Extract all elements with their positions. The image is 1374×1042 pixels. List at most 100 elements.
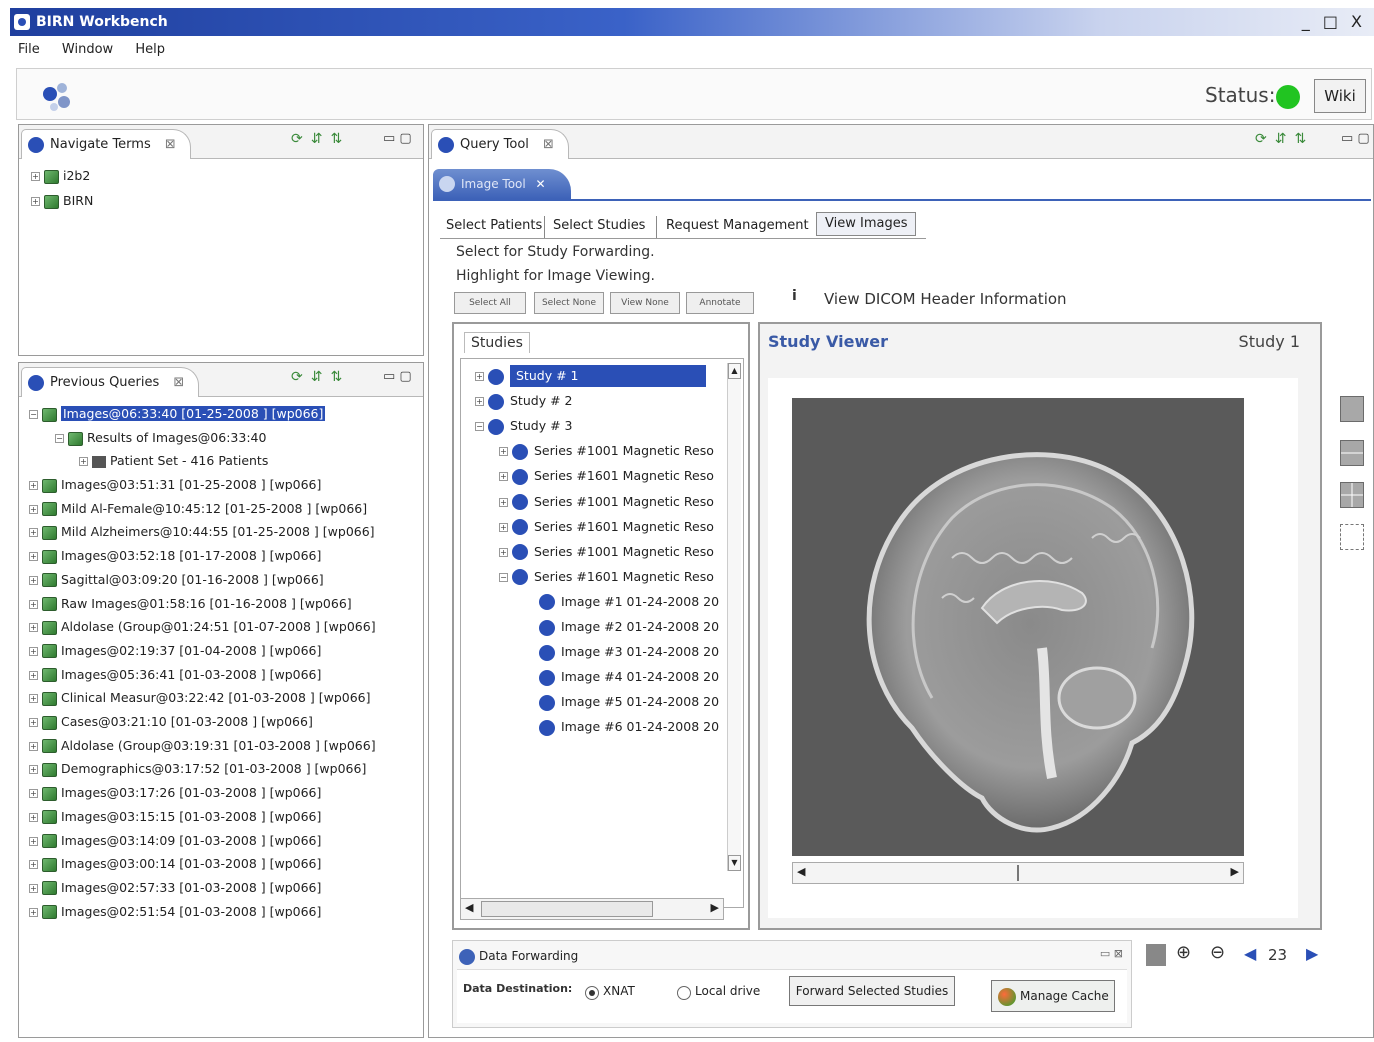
list-item[interactable]: + Images@03:52:18 [01-17-2008 ] [wp066] bbox=[29, 545, 321, 567]
expand-icon[interactable]: + bbox=[29, 812, 38, 822]
expand-icon[interactable]: + bbox=[29, 528, 38, 538]
expand-icon[interactable]: + bbox=[29, 599, 38, 609]
layout-grid-icon[interactable] bbox=[1340, 482, 1364, 508]
forward-selected-studies-button[interactable]: Forward Selected Studies bbox=[789, 976, 955, 1006]
expand-icon[interactable]: + bbox=[475, 397, 484, 407]
expand-icon[interactable]: + bbox=[29, 718, 38, 727]
close-icon[interactable]: ⊠ bbox=[165, 137, 176, 152]
list-item[interactable]: + Images@02:19:37 [01-04-2008 ] [wp066] bbox=[29, 640, 321, 662]
minimize-maximize-icon[interactable]: ▭ ▢ bbox=[1341, 131, 1370, 146]
study-item[interactable]: + Study # 2 bbox=[475, 390, 572, 412]
query-result-item[interactable]: − Results of Images@06:33:40 bbox=[55, 427, 266, 449]
expand-icon[interactable]: + bbox=[29, 907, 38, 917]
expand-icon[interactable]: + bbox=[499, 522, 508, 532]
image-item[interactable]: Image #6 01-24-2008 20 bbox=[539, 716, 719, 738]
scroll-left-icon[interactable]: ◀ bbox=[797, 865, 805, 878]
tab-view-images[interactable]: View Images bbox=[816, 212, 917, 236]
expand-icon[interactable]: + bbox=[29, 623, 38, 633]
image-hscrollbar[interactable]: ◀ ▶ bbox=[792, 862, 1244, 884]
layout-single-icon[interactable] bbox=[1340, 396, 1364, 422]
manage-cache-button[interactable]: Manage Cache bbox=[991, 980, 1115, 1012]
layout-fit-icon[interactable] bbox=[1340, 524, 1364, 550]
expand-icon[interactable]: + bbox=[475, 372, 484, 381]
next-page-icon[interactable]: ▶ bbox=[1306, 944, 1318, 963]
minimize-close-icon[interactable]: ▭ ⊠ bbox=[1100, 947, 1123, 960]
expand-icon[interactable]: + bbox=[29, 765, 38, 775]
view-none-button[interactable]: View None bbox=[610, 292, 680, 314]
series-item[interactable]: + Series #1001 Magnetic Reso bbox=[499, 541, 714, 563]
list-item[interactable]: + Mild Al-Female@10:45:12 [01-25-2008 ] [… bbox=[29, 498, 367, 520]
collapse-icon[interactable]: − bbox=[55, 434, 64, 443]
series-item[interactable]: + Series #1001 Magnetic Reso bbox=[499, 440, 714, 462]
list-item[interactable]: + Images@03:17:26 [01-03-2008 ] [wp066] bbox=[29, 782, 321, 804]
studies-vscrollbar[interactable]: ▲ ▼ bbox=[727, 363, 741, 871]
radio-xnat[interactable] bbox=[585, 986, 599, 1000]
list-item[interactable]: + Clinical Measur@03:22:42 [01-03-2008 ] … bbox=[29, 687, 371, 709]
study-item[interactable]: + Study # 1 bbox=[475, 365, 706, 387]
expand-icon[interactable]: + bbox=[29, 504, 38, 514]
image-item[interactable]: Image #4 01-24-2008 20 bbox=[539, 666, 719, 688]
layout-grid-small-icon[interactable] bbox=[1146, 944, 1166, 966]
expand-icon[interactable]: + bbox=[31, 172, 40, 181]
query-root-item[interactable]: − Images@06:33:40 [01-25-2008 ] [wp066] bbox=[29, 403, 326, 425]
list-item[interactable]: + Images@02:57:33 [01-03-2008 ] [wp066] bbox=[29, 877, 321, 899]
zoom-in-icon[interactable]: ⊕ bbox=[1176, 942, 1191, 963]
tree-item-birn[interactable]: + BIRN bbox=[31, 190, 93, 212]
close-icon[interactable]: ⊠ bbox=[173, 375, 184, 390]
menu-help[interactable]: Help bbox=[135, 42, 165, 57]
expand-icon[interactable]: + bbox=[29, 646, 38, 656]
tab-query-tool[interactable]: Query Tool ⊠ bbox=[431, 129, 569, 159]
window-controls[interactable]: _ □ X bbox=[1302, 8, 1366, 36]
tab-select-patients[interactable]: Select Patients bbox=[446, 212, 542, 240]
select-all-button[interactable]: Select All bbox=[454, 292, 526, 314]
expand-icon[interactable]: + bbox=[29, 575, 38, 585]
select-none-button[interactable]: Select None bbox=[534, 292, 604, 314]
series-item[interactable]: + Series #1601 Magnetic Reso bbox=[499, 516, 714, 538]
tab-image-tool[interactable]: Image Tool ✕ bbox=[433, 169, 571, 199]
tab-navigate-terms[interactable]: Navigate Terms ⊠ bbox=[21, 129, 191, 159]
panel-toolbar-icons[interactable]: ⟳⇵⇅ bbox=[1255, 131, 1314, 147]
expand-icon[interactable]: + bbox=[499, 472, 508, 482]
previous-page-icon[interactable]: ◀ bbox=[1244, 944, 1256, 963]
mri-image[interactable] bbox=[792, 398, 1244, 856]
close-icon[interactable]: ⊠ bbox=[543, 137, 554, 152]
expand-icon[interactable]: + bbox=[79, 457, 88, 466]
tab-select-studies[interactable]: Select Studies bbox=[553, 212, 645, 240]
list-item[interactable]: + Cases@03:21:10 [01-03-2008 ] [wp066] bbox=[29, 711, 313, 733]
zoom-out-icon[interactable]: ⊖ bbox=[1210, 942, 1225, 963]
expand-icon[interactable]: + bbox=[29, 670, 38, 680]
list-item[interactable]: + Demographics@03:17:52 [01-03-2008 ] [wp… bbox=[29, 758, 366, 780]
radio-xnat-label[interactable]: XNAT bbox=[603, 984, 635, 998]
list-item[interactable]: + Images@02:51:54 [01-03-2008 ] [wp066] bbox=[29, 901, 321, 923]
tab-request-management[interactable]: Request Management bbox=[666, 212, 809, 240]
expand-icon[interactable]: + bbox=[499, 547, 508, 557]
collapse-icon[interactable]: − bbox=[29, 410, 38, 419]
list-item[interactable]: + Images@03:14:09 [01-03-2008 ] [wp066] bbox=[29, 830, 321, 852]
scroll-up-icon[interactable]: ▲ bbox=[728, 363, 741, 379]
list-item[interactable]: + Images@05:36:41 [01-03-2008 ] [wp066] bbox=[29, 664, 321, 686]
expand-icon[interactable]: + bbox=[29, 481, 38, 490]
expand-icon[interactable]: − bbox=[499, 572, 508, 582]
patient-set-item[interactable]: + Patient Set - 416 Patients bbox=[79, 450, 268, 472]
series-item[interactable]: − Series #1601 Magnetic Reso bbox=[499, 566, 714, 588]
list-item[interactable]: + Images@03:51:31 [01-25-2008 ] [wp066] bbox=[29, 474, 321, 496]
expand-icon[interactable]: − bbox=[475, 422, 484, 432]
scroll-right-icon[interactable]: ▶ bbox=[711, 901, 719, 914]
scroll-thumb[interactable] bbox=[481, 901, 653, 917]
expand-icon[interactable]: + bbox=[29, 789, 38, 799]
expand-icon[interactable]: + bbox=[29, 552, 38, 562]
list-item[interactable]: + Images@03:00:14 [01-03-2008 ] [wp066] bbox=[29, 853, 321, 875]
list-item[interactable]: + Images@03:15:15 [01-03-2008 ] [wp066] bbox=[29, 806, 321, 828]
panel-toolbar-icons[interactable]: ⟳⇵⇅ bbox=[291, 131, 350, 147]
info-icon[interactable]: i bbox=[792, 288, 797, 304]
tab-previous-queries[interactable]: Previous Queries ⊠ bbox=[21, 367, 200, 397]
scroll-right-icon[interactable]: ▶ bbox=[1231, 865, 1239, 878]
list-item[interactable]: + Aldolase (Group@03:19:31 [01-03-2008 ] … bbox=[29, 735, 376, 757]
list-item[interactable]: + Aldolase (Group@01:24:51 [01-07-2008 ] … bbox=[29, 616, 376, 638]
series-item[interactable]: + Series #1001 Magnetic Reso bbox=[499, 491, 714, 513]
panel-toolbar-icons[interactable]: ⟳⇵⇅ bbox=[291, 369, 350, 385]
menu-window[interactable]: Window bbox=[62, 42, 113, 57]
expand-icon[interactable]: + bbox=[29, 741, 38, 751]
expand-icon[interactable]: + bbox=[29, 883, 38, 893]
radio-local-drive[interactable] bbox=[677, 986, 691, 1000]
